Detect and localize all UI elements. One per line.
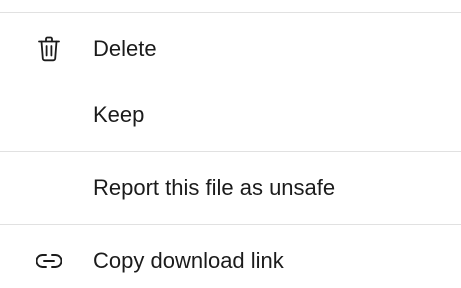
menu-item-label: Copy download link — [93, 248, 284, 273]
menu-item-label: Report this file as unsafe — [93, 175, 336, 200]
menu-item-report-unsafe[interactable]: Report this file as unsafe — [0, 159, 461, 217]
menu-item-keep[interactable]: Keep — [0, 86, 461, 144]
link-icon — [31, 243, 67, 279]
bottom-divider — [0, 224, 461, 225]
middle-divider — [0, 151, 461, 152]
menu-item-label: Delete — [93, 36, 157, 61]
trash-icon — [31, 31, 67, 67]
top-divider — [0, 12, 461, 13]
menu-item-delete[interactable]: Delete — [0, 20, 461, 78]
download-context-menu: Delete Keep Report this file as unsafe C… — [0, 0, 461, 288]
menu-item-copy-download-link[interactable]: Copy download link — [0, 232, 461, 288]
menu-item-label: Keep — [93, 102, 145, 127]
